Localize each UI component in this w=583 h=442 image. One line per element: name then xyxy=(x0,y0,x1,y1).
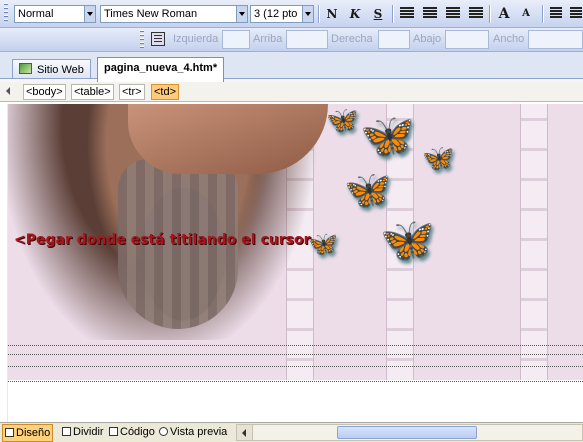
design-canvas[interactable]: 🦋 🦋 🦋 🦋 🦋 🦋 <Pegar donde está titilando … xyxy=(8,104,583,422)
bottom-label: Abajo xyxy=(413,33,442,45)
view-switcher-bar: Diseño Dividir Código Vista previa xyxy=(0,422,583,442)
scroll-left-icon[interactable] xyxy=(6,87,10,95)
table-cell-border xyxy=(8,345,583,346)
align-right-icon[interactable] xyxy=(446,7,460,19)
butterfly-icon: 🦋 xyxy=(308,230,338,258)
view-preview-button[interactable]: Vista previa xyxy=(157,424,229,442)
tab-label: Sitio Web xyxy=(37,64,84,76)
separator xyxy=(392,5,393,23)
tab-label: pagina_nueva_4.htm* xyxy=(104,62,218,74)
butterfly-icon: 🦋 xyxy=(344,168,392,212)
header-banner-image: 🦋 🦋 🦋 🦋 🦋 🦋 <Pegar donde está titilando … xyxy=(8,104,583,380)
view-design-button[interactable]: Diseño xyxy=(2,424,54,442)
paste-instruction-text: <Pegar donde está titilando el cursor xyxy=(14,232,311,248)
increase-font-button[interactable]: A xyxy=(494,5,514,23)
table-cell-border xyxy=(8,354,583,355)
align-left-icon[interactable] xyxy=(400,7,414,19)
width-label: Ancho xyxy=(493,33,525,45)
font-size-value: 3 (12 pto xyxy=(254,8,298,20)
chevron-down-icon[interactable] xyxy=(236,6,247,22)
bottom-input[interactable] xyxy=(445,30,489,49)
design-view-icon xyxy=(5,428,14,437)
table-cell-border xyxy=(8,381,583,382)
separator xyxy=(542,5,543,23)
scrollbar-thumb[interactable] xyxy=(337,426,477,439)
arm xyxy=(128,104,328,174)
left-label: Izquierda xyxy=(173,33,219,45)
tag-body[interactable]: <body> xyxy=(23,84,66,100)
decrease-font-button[interactable]: A xyxy=(516,5,536,23)
width-input[interactable] xyxy=(528,30,583,49)
scroll-left-icon[interactable] xyxy=(237,425,253,440)
view-label: Vista previa xyxy=(170,426,228,438)
bullet-list-icon[interactable] xyxy=(570,7,582,19)
justify-icon[interactable] xyxy=(469,7,483,19)
chevron-down-icon[interactable] xyxy=(302,6,313,22)
table-cell-border xyxy=(8,366,583,367)
separator xyxy=(489,5,490,23)
left-input[interactable] xyxy=(222,30,250,49)
website-icon xyxy=(19,63,32,74)
view-label: Dividir xyxy=(73,426,104,438)
tab-sitio-web[interactable]: Sitio Web xyxy=(12,59,91,81)
toolbar-grip[interactable] xyxy=(4,3,8,23)
chevron-down-icon[interactable] xyxy=(84,6,95,22)
tag-td[interactable]: <td> xyxy=(151,84,180,100)
style-select[interactable]: Normal xyxy=(14,5,96,23)
butterfly-icon: 🦋 xyxy=(360,111,415,162)
italic-button[interactable]: K xyxy=(345,5,365,23)
top-label: Arriba xyxy=(253,33,283,45)
split-view-icon xyxy=(62,427,71,436)
quick-tag-selector: <body> <table> <tr> <td> xyxy=(0,82,583,102)
font-select-value: Times New Roman xyxy=(104,8,198,20)
view-label: Código xyxy=(120,426,155,438)
document-tabs: Sitio Web pagina_nueva_4.htm* xyxy=(0,52,583,82)
lace-strip xyxy=(520,104,548,380)
numbered-list-icon[interactable] xyxy=(550,7,562,19)
butterfly-icon: 🦋 xyxy=(380,215,435,266)
formatting-toolbar: Normal Times New Roman 3 (12 pto N K S A… xyxy=(0,0,583,28)
view-code-button[interactable]: Código xyxy=(107,424,157,442)
align-center-icon[interactable] xyxy=(423,7,437,19)
toolbar-grip[interactable] xyxy=(140,30,144,50)
bold-button[interactable]: N xyxy=(322,5,342,23)
top-input[interactable] xyxy=(286,30,328,49)
tag-table[interactable]: <table> xyxy=(71,84,114,100)
position-icon[interactable] xyxy=(151,32,165,46)
style-select-value: Normal xyxy=(18,8,54,20)
butterfly-icon: 🦋 xyxy=(422,144,455,174)
view-label: Diseño xyxy=(16,427,51,439)
font-select[interactable]: Times New Roman xyxy=(100,5,248,23)
tab-pagina-nueva[interactable]: pagina_nueva_4.htm* xyxy=(97,57,225,82)
right-input[interactable] xyxy=(378,30,410,49)
magnifier-icon xyxy=(159,427,168,436)
horizontal-scrollbar[interactable] xyxy=(236,424,583,441)
canvas-margin xyxy=(0,104,8,422)
view-split-button[interactable]: Dividir xyxy=(60,424,106,442)
font-size-select[interactable]: 3 (12 pto xyxy=(250,5,314,23)
code-view-icon xyxy=(109,427,118,436)
butterfly-icon: 🦋 xyxy=(326,106,359,136)
position-toolbar: Izquierda Arriba Derecha Abajo Ancho xyxy=(0,28,583,52)
right-label: Derecha xyxy=(331,33,373,45)
separator xyxy=(318,5,319,23)
woman-figure xyxy=(8,104,328,340)
tag-tr[interactable]: <tr> xyxy=(119,84,145,100)
underline-button[interactable]: S xyxy=(368,5,388,23)
